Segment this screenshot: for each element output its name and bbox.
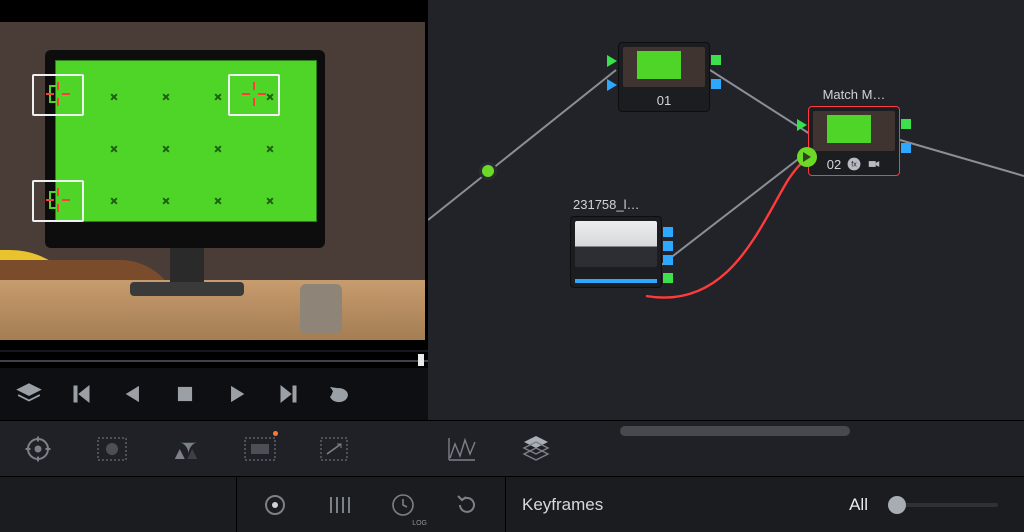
- port-rgb-out[interactable]: [711, 55, 721, 65]
- tracking-marker[interactable]: [32, 74, 84, 116]
- node-media-bar: [575, 279, 657, 283]
- viewer-content: [300, 284, 342, 334]
- bottom-bar: LOG Keyframes All: [0, 476, 1024, 532]
- node-play-indicator[interactable]: [797, 147, 817, 167]
- viewer-scrubber[interactable]: [0, 352, 428, 368]
- node-thumbnail: [813, 111, 895, 151]
- viewer-content: [45, 50, 325, 248]
- resize-box-icon[interactable]: [314, 429, 354, 469]
- log-icon[interactable]: LOG: [383, 485, 423, 525]
- tracking-marker[interactable]: [32, 180, 84, 222]
- bottom-tool-section: LOG: [237, 477, 506, 532]
- play-reverse-button[interactable]: [110, 371, 156, 417]
- viewer-panel: [0, 0, 428, 350]
- window-icon[interactable]: [92, 429, 132, 469]
- node-thumbnail: [623, 47, 705, 87]
- port-alpha-out[interactable]: [901, 143, 911, 153]
- svg-text:fx: fx: [852, 161, 858, 168]
- record-circle-icon[interactable]: [255, 485, 295, 525]
- node-stack-icon[interactable]: [516, 429, 556, 469]
- play-button[interactable]: [214, 371, 260, 417]
- node-title: Match M…: [809, 87, 899, 102]
- node-01[interactable]: 01: [618, 42, 710, 112]
- fx-badge-icon: fx: [847, 157, 861, 171]
- scrubber-track: [0, 360, 428, 362]
- stop-button[interactable]: [162, 371, 208, 417]
- port-rgb-in[interactable]: [797, 119, 807, 131]
- bars-icon[interactable]: [319, 485, 359, 525]
- port-alpha-in[interactable]: [607, 79, 617, 91]
- skip-start-button[interactable]: [58, 371, 104, 417]
- curves-icon[interactable]: [442, 429, 482, 469]
- port-out[interactable]: [663, 227, 673, 237]
- port-alpha-out[interactable]: [711, 79, 721, 89]
- skip-end-button[interactable]: [266, 371, 312, 417]
- magic-mask-icon[interactable]: [240, 429, 280, 469]
- port-out[interactable]: [663, 255, 673, 265]
- page-tool-row: [0, 420, 1024, 476]
- node-02-match-move[interactable]: Match M… 02 fx: [808, 106, 900, 176]
- port-rgb-out[interactable]: [901, 119, 911, 129]
- tracker-icon[interactable]: [166, 429, 206, 469]
- node-title: 231758_l…: [571, 197, 661, 212]
- port-out[interactable]: [663, 273, 673, 283]
- viewer-content: [130, 282, 244, 296]
- bottom-right-section: All: [849, 495, 1024, 515]
- node-edges: [428, 0, 1024, 420]
- qualifier-icon[interactable]: [18, 429, 58, 469]
- graph-input-dot[interactable]: [479, 162, 497, 180]
- layers-icon[interactable]: [6, 371, 52, 417]
- loop-button[interactable]: [318, 371, 364, 417]
- graph-h-scrollbar[interactable]: [620, 426, 850, 436]
- slider-thumb-icon[interactable]: [888, 496, 906, 514]
- node-label: 01: [657, 93, 671, 108]
- zoom-slider[interactable]: [888, 495, 998, 515]
- bottom-left-section: [0, 477, 237, 532]
- transport-bar: [0, 368, 428, 420]
- tracking-crosses: [66, 71, 326, 231]
- port-rgb-in[interactable]: [607, 55, 617, 67]
- node-thumbnail: [575, 221, 657, 267]
- scope-label[interactable]: All: [849, 495, 868, 515]
- keyframes-panel-label: Keyframes: [506, 495, 849, 515]
- node-label: 02: [827, 157, 841, 172]
- port-out[interactable]: [663, 241, 673, 251]
- scrubber-playhead[interactable]: [418, 354, 424, 366]
- node-external-media[interactable]: 231758_l…: [570, 216, 662, 288]
- undo-icon[interactable]: [447, 485, 487, 525]
- notification-dot-icon: [273, 431, 278, 436]
- log-label: LOG: [412, 520, 427, 527]
- camera-badge-icon: [867, 157, 881, 171]
- viewer-image[interactable]: [0, 22, 425, 340]
- node-graph[interactable]: 01 Match M… 02 fx 231758_l…: [428, 0, 1024, 420]
- viewer-content: [170, 248, 204, 284]
- tracking-marker[interactable]: [228, 74, 280, 116]
